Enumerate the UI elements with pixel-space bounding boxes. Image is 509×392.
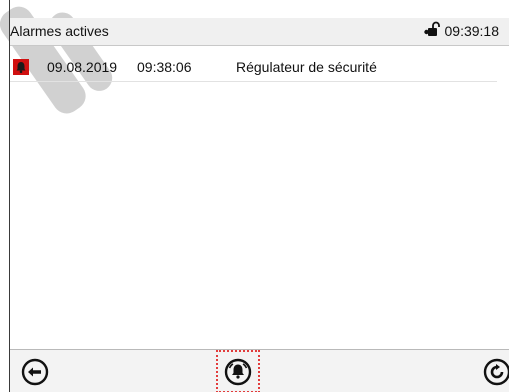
back-button[interactable] xyxy=(21,358,49,386)
title-bar: Alarmes actives 09:39:18 xyxy=(10,18,509,46)
alarm-date: 09.08.2019 xyxy=(47,59,118,75)
refresh-icon xyxy=(483,358,509,386)
alarm-time: 09:38:06 xyxy=(137,59,192,75)
clock-time: 09:39:18 xyxy=(444,23,500,39)
status-clock: 09:39:18 xyxy=(423,21,500,42)
alarm-description: Régulateur de sécurité xyxy=(236,59,377,75)
refresh-button[interactable] xyxy=(483,358,509,386)
alarm-screen: Alarmes actives 09:39:18 09.08.2019 09:3… xyxy=(0,0,509,392)
alarm-bell-icon xyxy=(13,59,29,75)
bottom-toolbar xyxy=(10,349,509,392)
page-title: Alarmes actives xyxy=(10,23,109,39)
lock-icon xyxy=(423,21,442,42)
acknowledge-alarm-icon xyxy=(224,358,252,386)
acknowledge-button[interactable] xyxy=(216,350,260,392)
alarm-list-item[interactable]: 09.08.2019 09:38:06 Régulateur de sécuri… xyxy=(10,55,497,82)
back-arrow-icon xyxy=(21,358,49,386)
